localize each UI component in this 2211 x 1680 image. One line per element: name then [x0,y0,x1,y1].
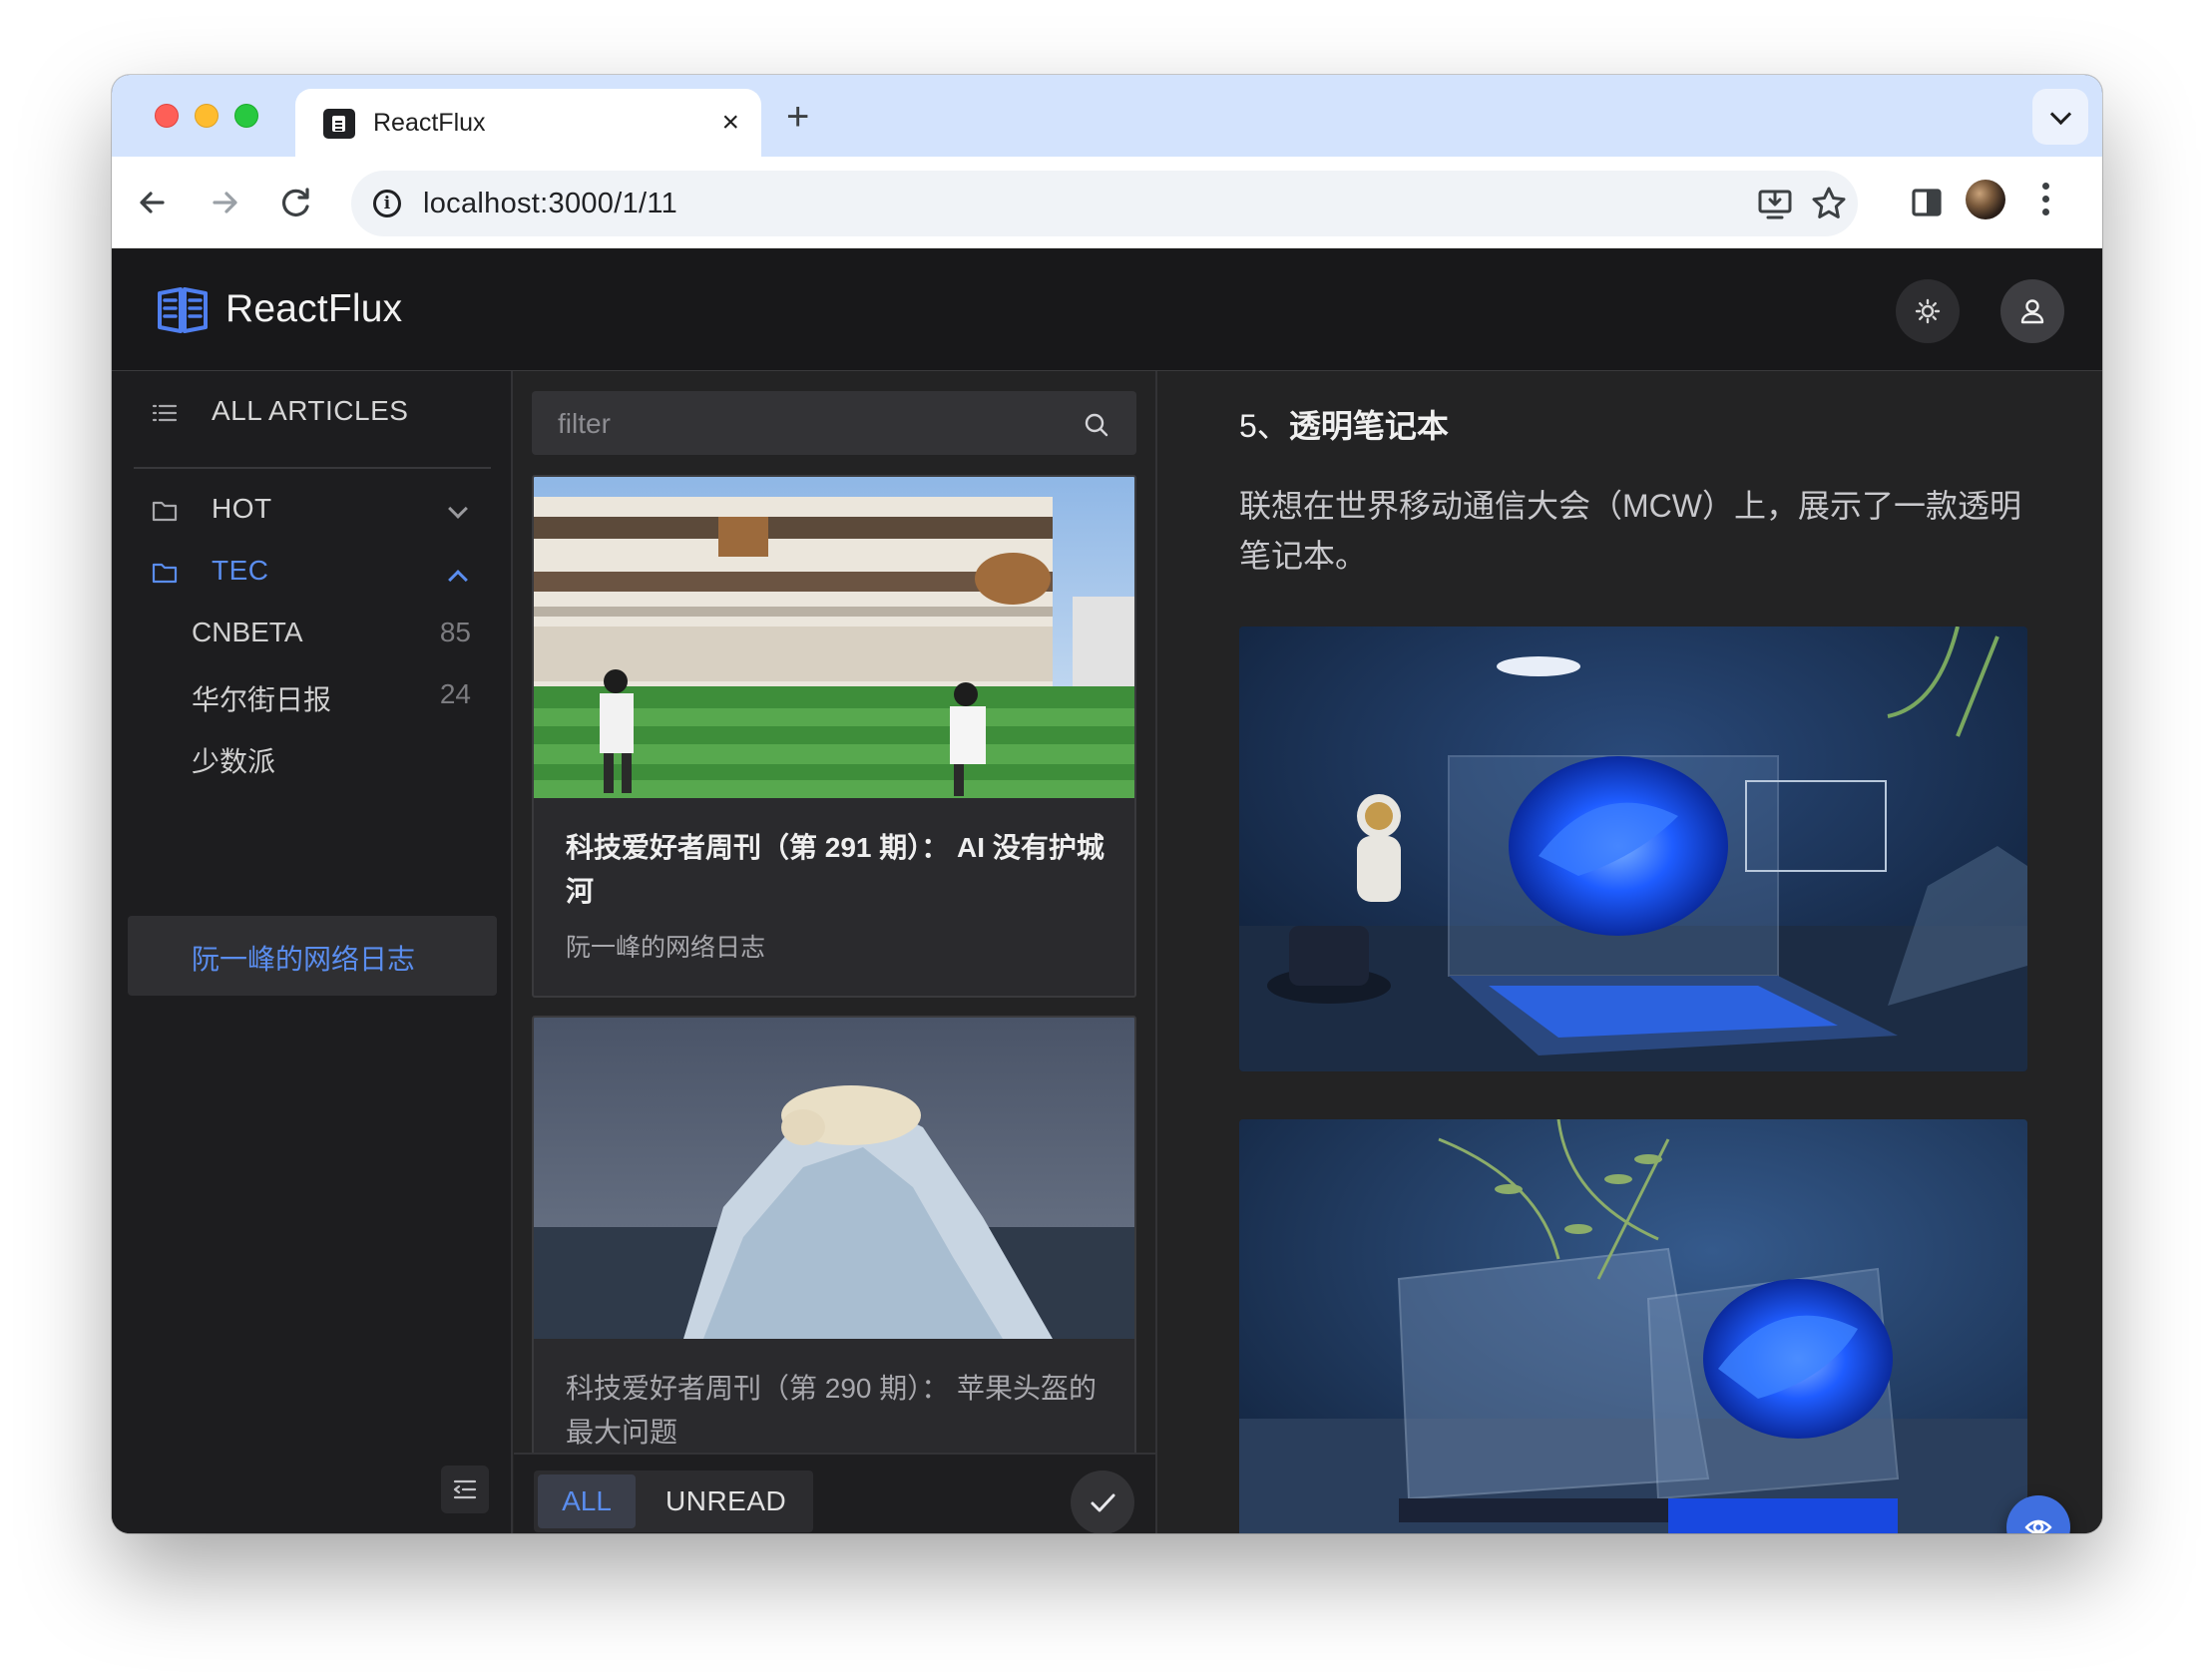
profile-avatar[interactable] [1966,180,2005,219]
reload-icon[interactable] [272,179,320,226]
browser-menu-icon[interactable] [2040,183,2050,222]
sidebar-divider [134,467,491,469]
collapse-sidebar-button[interactable] [441,1466,489,1513]
status-filter: ALL UNREAD [534,1470,813,1532]
mark-all-read-button[interactable] [1071,1470,1134,1533]
article-title: 科技爱好者周刊（第 291 期）： AI 没有护城河 [566,832,1105,907]
chevron-down-icon[interactable] [448,499,468,519]
filter-input[interactable]: filter [532,391,1136,455]
new-tab-button[interactable]: + [786,89,809,145]
filter-all-button[interactable]: ALL [538,1474,636,1528]
heading-text: 透明笔记本 [1288,408,1449,444]
article-section-heading: 5、透明笔记本 [1239,401,1449,447]
user-menu-button[interactable] [2000,279,2064,343]
sun-icon [1915,298,1941,324]
sidebar-feed-label: 阮一峰的网络日志 [192,944,416,975]
chevron-up-icon[interactable] [448,570,468,590]
article-thumbnail [534,477,1134,798]
check-icon [1091,1493,1115,1512]
app-header: ReactFlux [112,249,2102,371]
sidebar-feed-label: 少数派 [192,746,276,777]
sidebar-category-label: HOT [212,493,272,524]
article-reader: 5、透明笔记本 联想在世界移动通信大会（MCW）上，展示了一款透明笔记本。 [1159,371,2102,1533]
zoom-window-button[interactable] [234,104,258,128]
tab-close-button[interactable]: × [721,105,739,141]
search-icon[interactable] [1083,411,1110,439]
list-footer: ALL UNREAD [514,1453,1155,1533]
indent-icon [453,1479,477,1499]
article-paragraph: 联想在世界移动通信大会（MCW）上，展示了一款透明笔记本。 [1239,488,2021,574]
app-title: ReactFlux [225,287,403,330]
app-root: ReactFlux ALL ARTICLES HOT TEC CNBETA 85… [112,249,2102,1533]
article-list-panel: filter 科技爱好者周刊（第 291 期）： AI 没有护城河 阮一峰的网络… [514,371,1157,1533]
sidebar-feed-label: CNBETA [192,617,303,647]
favicon-icon [323,109,355,139]
tab-search-button[interactable] [2032,89,2088,145]
user-icon [2020,299,2044,324]
article-card[interactable]: 科技爱好者周刊（第 291 期）： AI 没有护城河 阮一峰的网络日志 [532,475,1136,998]
folder-icon [152,563,178,584]
tab-title: ReactFlux [373,109,486,137]
book-icon [158,287,208,333]
toggle-preview-button[interactable] [2006,1495,2070,1533]
eye-icon [2024,1519,2052,1533]
article-title: 科技爱好者周刊（第 290 期）： 苹果头盔的最大问题 [566,1373,1098,1448]
browser-toolbar: i localhost:3000/1/11 [112,157,2102,248]
heading-number: 5、 [1239,408,1289,444]
sidebar-feed-sspai[interactable]: 少数派 [112,718,513,798]
sidebar-item-label: ALL ARTICLES [212,395,409,426]
unread-count: 24 [439,678,471,709]
sidebar-category-label: TEC [212,555,269,586]
forward-icon[interactable] [201,179,248,226]
browser-window: ReactFlux × + i localhost:3000/1/11 Reac… [112,75,2102,1533]
minimize-window-button[interactable] [195,104,219,128]
filter-placeholder: filter [558,408,611,439]
filter-unread-button[interactable]: UNREAD [665,1470,786,1532]
list-icon [152,404,178,422]
unread-count: 85 [439,617,471,647]
folder-icon [152,501,178,522]
close-window-button[interactable] [155,104,179,128]
back-icon[interactable] [129,179,177,226]
bookmark-star-icon[interactable] [1810,185,1848,222]
theme-toggle-button[interactable] [1896,279,1960,343]
side-panel-icon[interactable] [1903,179,1951,226]
article-thumbnail [534,1018,1134,1339]
article-source: 阮一峰的网络日志 [566,934,766,962]
sidebar: ALL ARTICLES HOT TEC CNBETA 85 华尔街日报 24 … [112,371,513,1533]
tab-strip: ReactFlux × + [112,75,2102,159]
sidebar-item-all-articles[interactable]: ALL ARTICLES [112,373,513,453]
article-image [1239,627,2027,1071]
address-bar[interactable]: i localhost:3000/1/11 [351,171,1858,236]
site-info-icon[interactable]: i [373,190,401,217]
article-image [1239,1119,2027,1533]
sidebar-feed-ruanyifeng[interactable]: 阮一峰的网络日志 [112,916,513,996]
browser-tab[interactable]: ReactFlux × [295,89,761,159]
url-text[interactable]: localhost:3000/1/11 [423,188,677,220]
sidebar-feed-label: 华尔街日报 [192,684,332,715]
install-app-icon[interactable] [1756,185,1794,222]
